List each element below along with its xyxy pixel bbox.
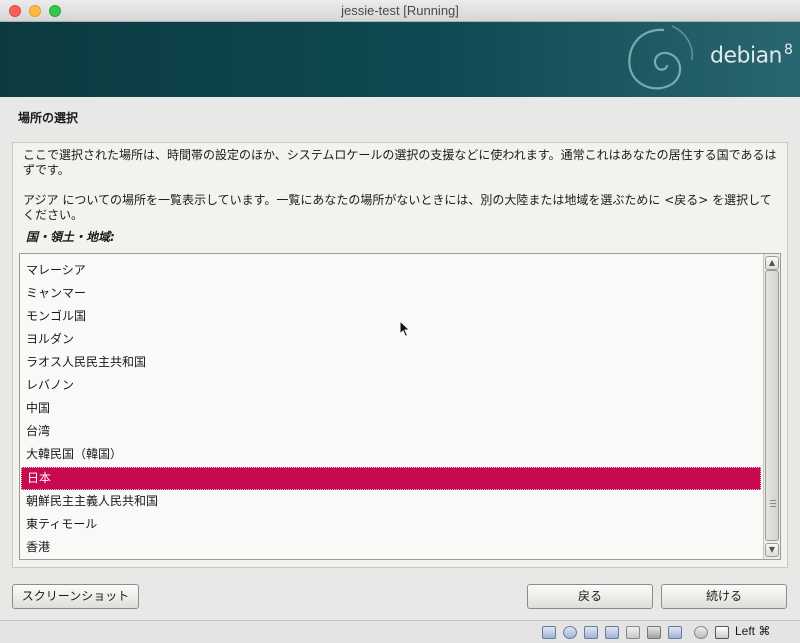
- page-title: 場所の選択: [18, 111, 79, 125]
- display-icon[interactable]: [647, 626, 661, 639]
- debian-logo: debian 8: [710, 42, 793, 69]
- window-title: jessie-test [Running]: [341, 3, 459, 18]
- country-list-item[interactable]: ラオス人民民主共和国: [21, 351, 761, 374]
- scroll-up-button[interactable]: ▲: [765, 256, 779, 270]
- country-list-item[interactable]: 中国: [21, 397, 761, 420]
- back-button[interactable]: 戻る: [527, 584, 653, 609]
- country-list-item[interactable]: 朝鮮民主主義人民共和国: [21, 490, 761, 513]
- window-titlebar: jessie-test [Running]: [0, 0, 800, 22]
- debian-installer-banner: debian 8: [0, 22, 800, 97]
- country-list-item[interactable]: ヨルダン: [21, 328, 761, 351]
- country-list-item[interactable]: 東ティモール: [21, 513, 761, 536]
- country-list-item[interactable]: 大韓民国（韓国）: [21, 443, 761, 466]
- grip-line: [770, 503, 776, 504]
- country-list-item[interactable]: マレーシア: [21, 259, 761, 282]
- country-list-item[interactable]: ミャンマー: [21, 282, 761, 305]
- list-scrollbar[interactable]: ▲ ▼: [763, 254, 780, 559]
- country-list-item[interactable]: レバノン: [21, 374, 761, 397]
- continue-button[interactable]: 続ける: [661, 584, 787, 609]
- country-list-item-selected[interactable]: 日本: [21, 467, 761, 490]
- debian-logo-version: 8: [784, 42, 793, 58]
- hard-disk-icon[interactable]: [542, 626, 556, 639]
- grip-line: [770, 506, 776, 507]
- mouse-pointer-icon: [399, 320, 411, 338]
- screenshot-button[interactable]: スクリーンショット: [12, 584, 139, 609]
- debian-logo-text: debian: [710, 43, 783, 69]
- keyboard-capture-icon[interactable]: [715, 626, 729, 639]
- country-list-item[interactable]: 台湾: [21, 420, 761, 443]
- video-capture-icon[interactable]: [668, 626, 682, 639]
- mouse-integration-icon[interactable]: [694, 626, 708, 639]
- shared-folder-icon[interactable]: [626, 626, 640, 639]
- vm-status-bar: Left ⌘: [0, 620, 800, 643]
- country-list-item[interactable]: 香港: [21, 536, 761, 559]
- help-text-location-purpose: ここで選択された場所は、時間帯の設定のほか、システムロケールの選択の支援などに使…: [23, 148, 777, 177]
- scrollbar-thumb[interactable]: [765, 270, 779, 541]
- grip-line: [770, 500, 776, 501]
- country-list-item[interactable]: モンゴル国: [21, 305, 761, 328]
- network-icon[interactable]: [605, 626, 619, 639]
- country-listbox[interactable]: マレーシア ミャンマー モンゴル国 ヨルダン ラオス人民民主共和国 レバノン 中…: [19, 253, 781, 560]
- scroll-down-button[interactable]: ▼: [765, 543, 779, 557]
- host-key-label: Left ⌘: [735, 624, 771, 638]
- usb-icon[interactable]: [584, 626, 598, 639]
- debian-swirl-icon: [628, 25, 694, 90]
- help-text-region-list: アジア についての場所を一覧表示しています。一覧にあなたの場所がないときには、別…: [23, 193, 772, 222]
- country-field-label: 国・領土・地域:: [26, 230, 115, 244]
- optical-drive-icon[interactable]: [563, 626, 577, 639]
